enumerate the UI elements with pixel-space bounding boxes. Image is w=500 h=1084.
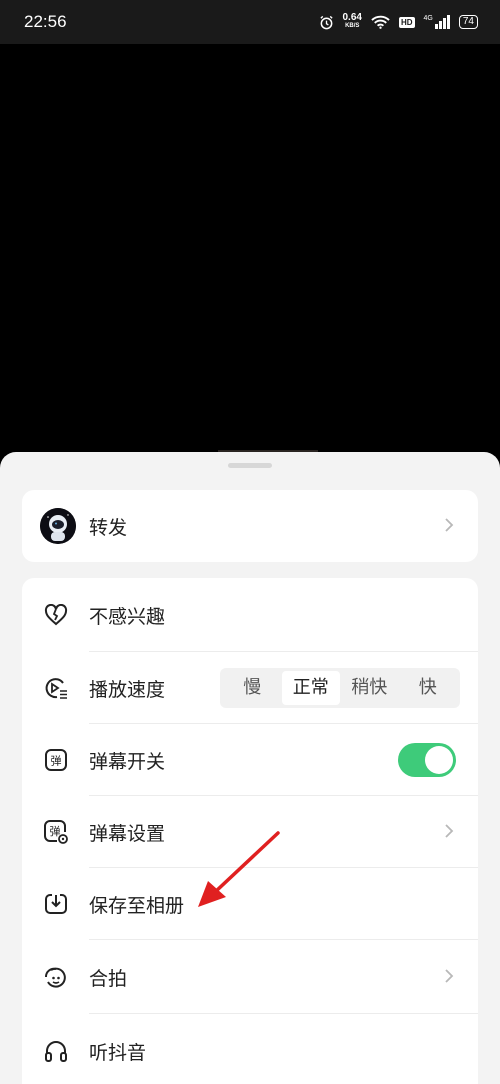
danmaku-switch-label: 弹幕开关: [89, 750, 166, 773]
listen-douyin-label: 听抖音: [89, 1041, 147, 1064]
danmaku-settings-label: 弹幕设置: [89, 822, 166, 845]
video-player[interactable]: [0, 44, 500, 456]
annotation-arrow-icon: [198, 831, 280, 907]
status-bar: 22:56 0.64 KB/S HD 4G 74: [0, 0, 500, 44]
net-speed-value: 0.64: [342, 12, 362, 23]
speed-selector: 慢 正常 稍快 快: [220, 668, 460, 708]
forward-card: 转发: [22, 490, 478, 562]
chevron-right-icon: [444, 514, 454, 538]
save-to-album-label: 保存至相册: [89, 894, 185, 917]
speed-option-normal[interactable]: 正常: [281, 671, 340, 705]
playback-speed-label: 播放速度: [89, 678, 166, 701]
speed-option-slow[interactable]: 慢: [223, 671, 282, 705]
forward-row[interactable]: 转发: [22, 490, 478, 562]
wifi-icon: [371, 15, 390, 29]
status-time: 22:56: [24, 12, 67, 31]
not-interested-row[interactable]: 不感兴趣: [22, 578, 478, 652]
danmaku-icon: 弹: [42, 746, 70, 774]
hd-icon: HD: [398, 16, 415, 28]
headphones-icon: [42, 1037, 70, 1065]
speed-option-fast[interactable]: 快: [399, 671, 458, 705]
battery-icon: 74: [458, 15, 478, 29]
status-icons: 0.64 KB/S HD 4G 74: [319, 12, 478, 30]
chevron-right-icon: [444, 820, 454, 844]
network-type: 4G: [423, 15, 433, 22]
playback-speed-row: 播放速度 慢 正常 稍快 快: [22, 652, 478, 724]
speed-option-slightly-fast[interactable]: 稍快: [340, 671, 399, 705]
svg-text:弹: 弹: [51, 754, 62, 768]
net-speed-unit: KB/S: [345, 23, 360, 29]
download-icon: [42, 890, 70, 918]
net-speed: 0.64 KB/S: [342, 12, 362, 30]
share-bottom-sheet: 转发 不感兴趣 播放速度 慢 正常 稍快 快 弹 弹幕开关 弹 弹幕设置 保存至…: [0, 452, 500, 1084]
signal-icon: 4G: [424, 15, 450, 29]
danmaku-switch-row: 弹 弹幕开关: [22, 724, 478, 796]
forward-label: 转发: [89, 516, 128, 539]
alarm-icon: [319, 15, 333, 29]
danmaku-toggle[interactable]: [398, 743, 456, 777]
duet-icon: [42, 963, 70, 991]
astronaut-avatar: [40, 508, 76, 544]
broken-heart-icon: [42, 601, 70, 629]
play-speed-icon: [42, 674, 70, 702]
duet-row[interactable]: 合拍: [22, 940, 478, 1014]
svg-text:弹: 弹: [50, 824, 61, 838]
duet-label: 合拍: [89, 967, 128, 990]
chevron-right-icon: [444, 965, 454, 989]
drag-handle[interactable]: [228, 463, 272, 468]
toggle-knob: [425, 746, 453, 774]
not-interested-label: 不感兴趣: [89, 605, 166, 628]
listen-douyin-row[interactable]: 听抖音: [22, 1014, 478, 1084]
danmaku-settings-icon: 弹: [42, 818, 70, 846]
